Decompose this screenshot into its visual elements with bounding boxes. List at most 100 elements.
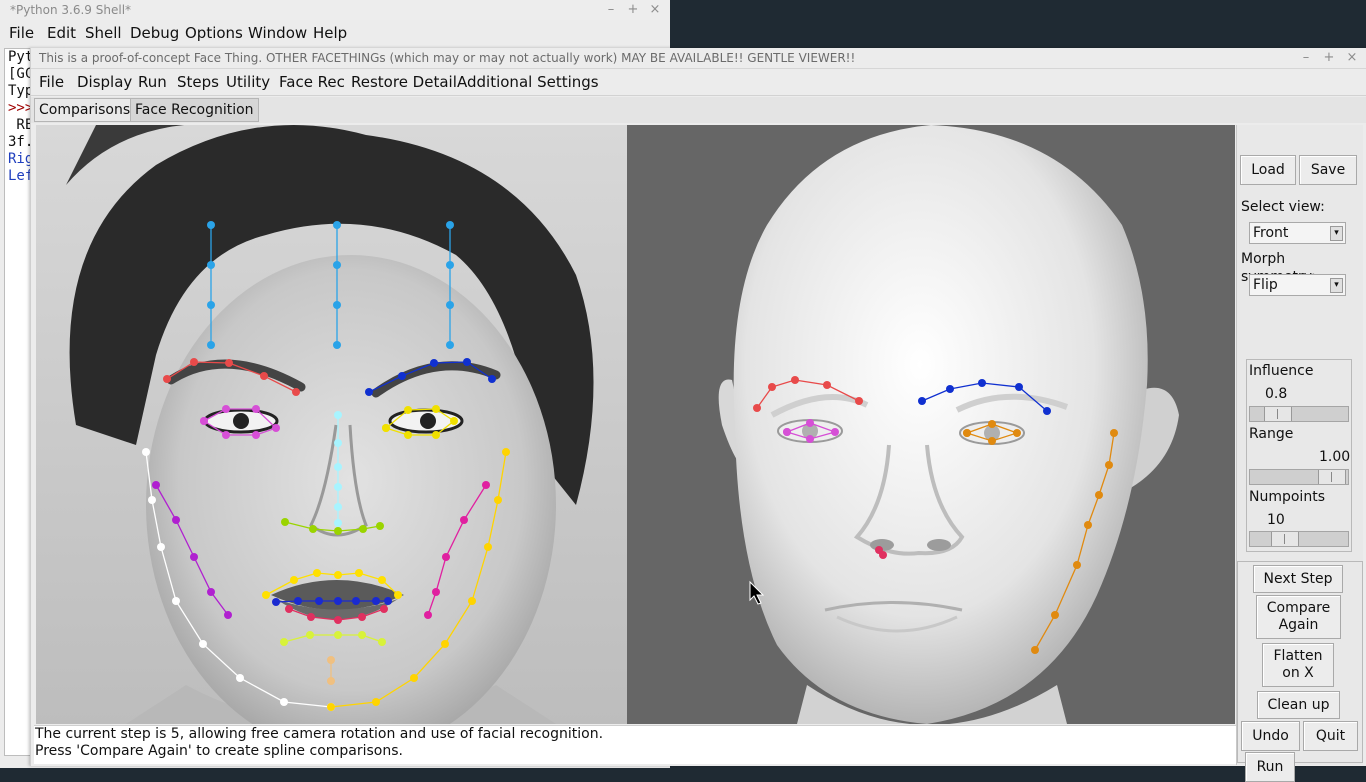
tab-comparisons[interactable]: Comparisons [34, 98, 136, 122]
upper-lip-point[interactable] [313, 569, 321, 577]
shell-titlebar[interactable]: *Python 3.6.9 Shell* – + × [0, 0, 670, 21]
left-eye-point[interactable] [404, 431, 412, 439]
jaw-left-point[interactable] [372, 698, 380, 706]
nose-bottom-point[interactable] [359, 525, 367, 533]
lower-lip-point[interactable] [358, 613, 366, 621]
photo-viewport[interactable] [36, 125, 628, 724]
model-left-brow-point[interactable] [1043, 407, 1051, 415]
cheek-left-point[interactable] [442, 553, 450, 561]
model-right-eye-point[interactable] [806, 419, 814, 427]
menu-run[interactable]: Run [138, 72, 167, 92]
forehead-center-line-point[interactable] [333, 341, 341, 349]
nose-bridge-point[interactable] [334, 463, 342, 471]
menu-file[interactable]: File [39, 72, 64, 92]
model-left-eye-point[interactable] [988, 437, 996, 445]
model-left-brow-point[interactable] [946, 385, 954, 393]
right-eye-point[interactable] [222, 431, 230, 439]
model-nose-tip-point[interactable] [879, 551, 887, 559]
left-eye-point[interactable] [382, 424, 390, 432]
save-button[interactable]: Save [1299, 155, 1357, 185]
app-minimize-button[interactable]: – [1296, 48, 1316, 68]
lower-lip-point[interactable] [380, 605, 388, 613]
forehead-right-line-point[interactable] [207, 261, 215, 269]
menu-utility[interactable]: Utility [226, 72, 270, 92]
model-jaw-left-point[interactable] [1105, 461, 1113, 469]
jaw-left-point[interactable] [494, 496, 502, 504]
shell-menu-debug[interactable]: Debug [130, 23, 179, 43]
jaw-right-point[interactable] [236, 674, 244, 682]
left-eye-point[interactable] [450, 417, 458, 425]
left-eye-point[interactable] [404, 406, 412, 414]
cheek-right-point[interactable] [172, 516, 180, 524]
menu-face-rec[interactable]: Face Rec [279, 72, 345, 92]
shell-menu-options[interactable]: Options [185, 23, 243, 43]
chin-upper-point[interactable] [378, 638, 386, 646]
jaw-left-point[interactable] [484, 543, 492, 551]
model-left-eye-point[interactable] [963, 429, 971, 437]
model-left-brow-point[interactable] [918, 397, 926, 405]
mouth-line-point[interactable] [334, 597, 342, 605]
morph-symmetry-dropdown[interactable]: Flip ▾ [1249, 274, 1346, 296]
next-step-button[interactable]: Next Step [1253, 565, 1343, 593]
nose-bottom-point[interactable] [281, 518, 289, 526]
run-button[interactable]: Run [1245, 752, 1295, 782]
left-brow-point[interactable] [463, 358, 471, 366]
mouth-line-point[interactable] [372, 597, 380, 605]
upper-lip-point[interactable] [378, 576, 386, 584]
model-right-brow-point[interactable] [823, 381, 831, 389]
right-brow-point[interactable] [225, 359, 233, 367]
clean-up-button[interactable]: Clean up [1257, 691, 1340, 719]
model-jaw-left-point[interactable] [1095, 491, 1103, 499]
app-titlebar[interactable]: This is a proof-of-concept Face Thing. O… [31, 48, 1366, 69]
lower-lip-point[interactable] [334, 616, 342, 624]
shell-menu-edit[interactable]: Edit [47, 23, 76, 43]
tab-face-recognition[interactable]: Face Recognition [130, 98, 259, 122]
app-maximize-button[interactable]: + [1319, 48, 1339, 68]
jaw-right-point[interactable] [172, 597, 180, 605]
mouth-line-point[interactable] [384, 597, 392, 605]
model-right-brow-point[interactable] [855, 397, 863, 405]
influence-slider-handle[interactable] [1264, 407, 1292, 421]
undo-button[interactable]: Undo [1241, 721, 1300, 751]
left-brow-point[interactable] [365, 388, 373, 396]
forehead-center-line-point[interactable] [333, 261, 341, 269]
model-right-brow-point[interactable] [791, 376, 799, 384]
mouth-line-point[interactable] [272, 598, 280, 606]
select-view-dropdown[interactable]: Front ▾ [1249, 222, 1346, 244]
cheek-right-point[interactable] [152, 481, 160, 489]
left-eye-point[interactable] [432, 405, 440, 413]
nose-bottom-point[interactable] [309, 525, 317, 533]
upper-lip-point[interactable] [394, 591, 402, 599]
range-slider[interactable] [1249, 469, 1349, 485]
cheek-right-point[interactable] [190, 553, 198, 561]
shell-minimize-button[interactable]: – [601, 0, 621, 20]
forehead-right-line-point[interactable] [207, 221, 215, 229]
model-left-eye-point[interactable] [988, 420, 996, 428]
forehead-left-line-point[interactable] [446, 261, 454, 269]
jaw-left-point[interactable] [327, 703, 335, 711]
menu-restore-detail[interactable]: Restore Detail [351, 72, 457, 92]
lower-lip-point[interactable] [285, 605, 293, 613]
chin-center-point[interactable] [327, 677, 335, 685]
shell-menu-shell[interactable]: Shell [85, 23, 122, 43]
upper-lip-point[interactable] [355, 569, 363, 577]
cheek-left-point[interactable] [424, 611, 432, 619]
right-eye-point[interactable] [252, 431, 260, 439]
lower-lip-point[interactable] [307, 613, 315, 621]
model-right-eye-point[interactable] [783, 428, 791, 436]
menu-steps[interactable]: Steps [177, 72, 219, 92]
nose-bridge-point[interactable] [334, 503, 342, 511]
upper-lip-point[interactable] [334, 571, 342, 579]
jaw-right-point[interactable] [157, 543, 165, 551]
shell-menu-help[interactable]: Help [313, 23, 347, 43]
menu-additional-settings[interactable]: Additional Settings [457, 72, 599, 92]
model-right-eye-point[interactable] [831, 428, 839, 436]
jaw-right-point[interactable] [148, 496, 156, 504]
model-3d-viewport[interactable] [627, 125, 1235, 724]
range-slider-handle[interactable] [1317, 470, 1346, 484]
left-brow-point[interactable] [398, 372, 406, 380]
quit-button[interactable]: Quit [1303, 721, 1358, 751]
jaw-right-point[interactable] [280, 698, 288, 706]
chin-upper-point[interactable] [334, 631, 342, 639]
model-right-brow-point[interactable] [753, 404, 761, 412]
